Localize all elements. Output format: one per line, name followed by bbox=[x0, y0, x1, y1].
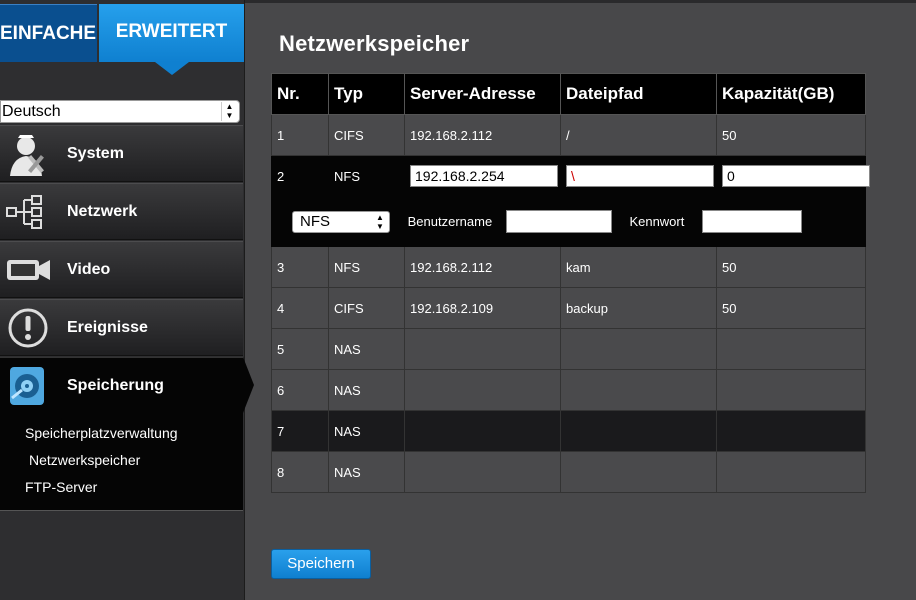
edit-options-cell: NFS ▲ ▼ Benutzername Kennwort bbox=[271, 196, 866, 247]
cell-type: NAS bbox=[328, 451, 405, 493]
language-select-value: Deutsch bbox=[2, 103, 61, 120]
capacity-input[interactable] bbox=[722, 165, 870, 187]
cell-path: backup bbox=[560, 287, 717, 329]
page-title: Netzwerkspeicher bbox=[279, 31, 470, 56]
cell-capacity bbox=[716, 410, 866, 452]
menu-item-events[interactable]: Ereignisse bbox=[0, 299, 243, 356]
select-arrows-icon: ▲ ▼ bbox=[221, 102, 237, 121]
system-tools-icon bbox=[10, 135, 44, 176]
table-row[interactable]: 7 NAS bbox=[271, 410, 866, 452]
tab-basic[interactable]: EINFACHE bbox=[0, 4, 97, 62]
tab-advanced[interactable]: ERWEITERT bbox=[99, 4, 244, 62]
edit-options-row: NFS ▲ ▼ Benutzername Kennwort bbox=[271, 196, 866, 247]
table-row[interactable]: 8 NAS bbox=[271, 451, 866, 493]
username-input[interactable] bbox=[505, 210, 612, 233]
column-header-type: Typ bbox=[328, 73, 405, 115]
table-header-row: Nr. Typ Server-Adresse Dateipfad Kapazit… bbox=[271, 73, 866, 115]
cell-type: NAS bbox=[328, 369, 405, 411]
storage-submenu: Speicherplatzverwaltung Netzwerkspeicher… bbox=[0, 413, 243, 511]
cell-nr: 5 bbox=[271, 328, 329, 370]
cell-path bbox=[560, 410, 717, 452]
storage-disk-icon bbox=[10, 367, 44, 405]
save-button[interactable]: Speichern bbox=[271, 549, 371, 579]
cell-type: NFS bbox=[328, 155, 405, 197]
cell-path bbox=[560, 155, 717, 197]
cell-type: CIFS bbox=[328, 114, 405, 156]
submenu-item-ftp-server[interactable]: FTP-Server bbox=[25, 479, 97, 495]
cell-nr: 7 bbox=[271, 410, 329, 452]
cell-server: 192.168.2.112 bbox=[404, 246, 561, 288]
file-path-input[interactable] bbox=[566, 165, 714, 187]
cell-server bbox=[404, 451, 561, 493]
cell-capacity: 50 bbox=[716, 287, 866, 329]
cell-server: 192.168.2.112 bbox=[404, 114, 561, 156]
cell-type: CIFS bbox=[328, 287, 405, 329]
column-header-path: Dateipfad bbox=[560, 73, 717, 115]
table-row[interactable]: 4 CIFS 192.168.2.109 backup 50 bbox=[271, 287, 866, 329]
protocol-select-value: NFS bbox=[300, 212, 330, 230]
sidebar: EINFACHE ERWEITERT Deutsch ▲ ▼ System Net… bbox=[0, 0, 245, 600]
menu-item-network-label: Netzwerk bbox=[67, 203, 138, 220]
cell-server: 192.168.2.109 bbox=[404, 287, 561, 329]
network-tree-icon bbox=[6, 195, 42, 229]
table-row[interactable]: 1 CIFS 192.168.2.112 / 50 bbox=[271, 114, 866, 156]
cell-server bbox=[404, 328, 561, 370]
menu-item-system[interactable]: System bbox=[0, 125, 243, 182]
cell-nr: 4 bbox=[271, 287, 329, 329]
cell-capacity: 50 bbox=[716, 246, 866, 288]
top-border bbox=[244, 0, 916, 3]
cell-type: NFS bbox=[328, 246, 405, 288]
active-menu-arrow bbox=[243, 357, 254, 413]
cell-path bbox=[560, 328, 717, 370]
cell-path: / bbox=[560, 114, 717, 156]
server-address-input[interactable] bbox=[410, 165, 558, 187]
table-row[interactable]: 6 NAS bbox=[271, 369, 866, 411]
column-header-nr: Nr. bbox=[271, 73, 329, 115]
table-row[interactable]: 3 NFS 192.168.2.112 kam 50 bbox=[271, 246, 866, 288]
cell-path bbox=[560, 369, 717, 411]
cell-nr: 1 bbox=[271, 114, 329, 156]
submenu-item-storage-management[interactable]: Speicherplatzverwaltung bbox=[25, 425, 178, 441]
cell-server bbox=[404, 410, 561, 452]
video-camera-icon bbox=[7, 260, 50, 280]
menu-item-system-label: System bbox=[67, 145, 124, 162]
menu-item-video-label: Video bbox=[67, 261, 111, 278]
column-header-server: Server-Adresse bbox=[404, 73, 561, 115]
cell-capacity bbox=[716, 451, 866, 493]
cell-nr: 6 bbox=[271, 369, 329, 411]
cell-server bbox=[404, 369, 561, 411]
cell-path bbox=[560, 451, 717, 493]
submenu-item-network-storage[interactable]: Netzwerkspeicher bbox=[29, 452, 140, 468]
active-tab-arrow bbox=[155, 62, 189, 75]
menu-item-events-label: Ereignisse bbox=[67, 319, 148, 336]
menu-item-network[interactable]: Netzwerk bbox=[0, 183, 243, 240]
cell-capacity bbox=[716, 328, 866, 370]
cell-nr: 8 bbox=[271, 451, 329, 493]
cell-nr: 3 bbox=[271, 246, 329, 288]
cell-capacity bbox=[716, 369, 866, 411]
cell-capacity: 50 bbox=[716, 114, 866, 156]
column-header-capacity: Kapazität(GB) bbox=[716, 73, 866, 115]
table-row[interactable]: 5 NAS bbox=[271, 328, 866, 370]
cell-path: kam bbox=[560, 246, 717, 288]
cell-type: NAS bbox=[328, 328, 405, 370]
menu-item-storage[interactable]: Speicherung bbox=[0, 357, 243, 414]
password-input[interactable] bbox=[701, 210, 802, 233]
password-label: Kennwort bbox=[629, 214, 685, 229]
protocol-select[interactable]: NFS ▲ ▼ bbox=[292, 210, 390, 233]
cell-server bbox=[404, 155, 561, 197]
table-row-editing[interactable]: 2 NFS bbox=[271, 155, 870, 197]
alert-icon bbox=[8, 308, 48, 348]
network-storage-table: Nr. Typ Server-Adresse Dateipfad Kapazit… bbox=[271, 73, 870, 493]
cell-type: NAS bbox=[328, 410, 405, 452]
language-select[interactable]: Deutsch ▲ ▼ bbox=[0, 100, 240, 123]
menu-item-storage-label: Speicherung bbox=[67, 377, 164, 394]
username-label: Benutzername bbox=[407, 214, 493, 229]
menu-item-video[interactable]: Video bbox=[0, 241, 243, 298]
select-arrows-icon: ▲ ▼ bbox=[376, 212, 384, 231]
cell-nr: 2 bbox=[271, 155, 329, 197]
cell-capacity bbox=[716, 155, 870, 197]
